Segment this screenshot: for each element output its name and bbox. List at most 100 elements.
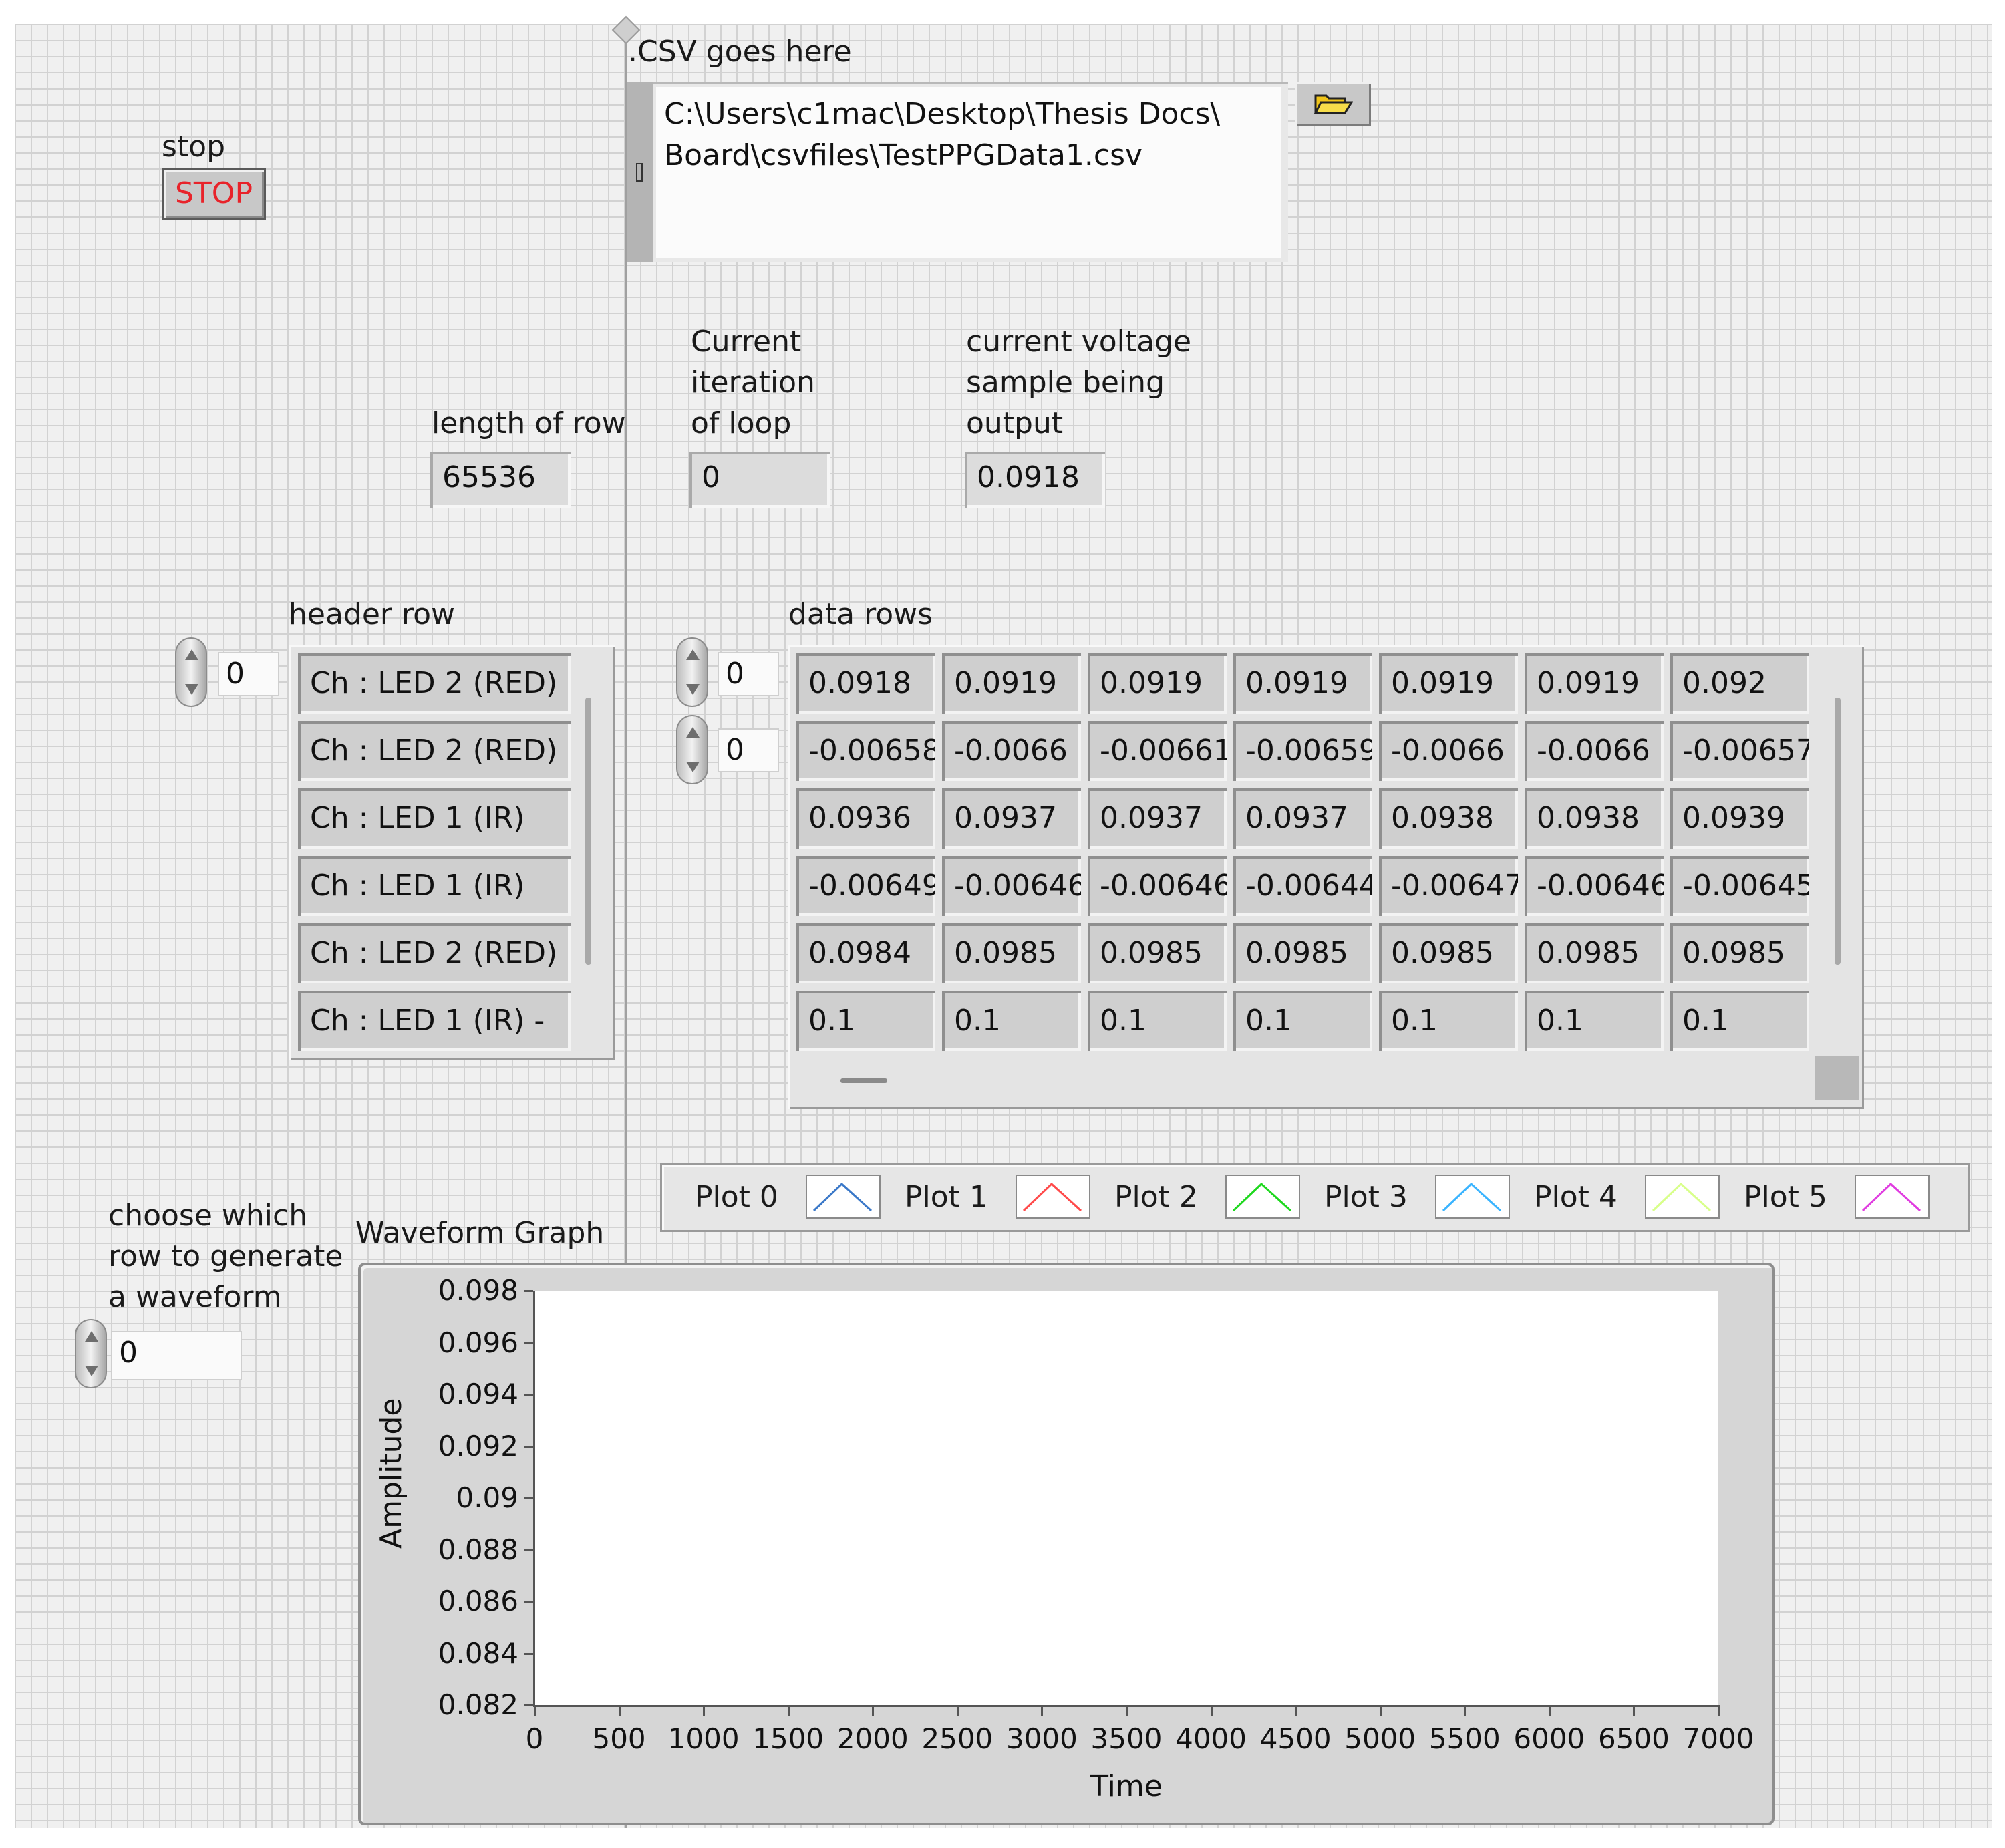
data-cell[interactable]: 0.0985: [1525, 923, 1664, 983]
data-cell[interactable]: 0.0936: [796, 788, 935, 849]
csv-label: .CSV goes here: [628, 35, 852, 69]
data-cell[interactable]: -0.00644: [1233, 856, 1372, 916]
data-cell[interactable]: 0.1: [796, 991, 935, 1051]
x-tick-label: 4500: [1259, 1722, 1332, 1755]
csv-path-control[interactable]: C:\Users\c1mac\Desktop\Thesis Docs\ Boar…: [627, 82, 1288, 262]
data-cell[interactable]: -0.00658: [796, 721, 935, 781]
data-cell[interactable]: -0.0066: [1379, 721, 1518, 781]
data-cell[interactable]: -0.00649: [796, 856, 935, 916]
header-row-index-spinner[interactable]: [175, 637, 207, 707]
iteration-label-line2: iteration: [691, 365, 815, 400]
x-tick-label: 3500: [1090, 1722, 1163, 1755]
header-row-cell[interactable]: Ch : LED 1 (IR): [298, 856, 571, 916]
data-cell[interactable]: -0.00659: [1233, 721, 1372, 781]
data-cell[interactable]: 0.0918: [796, 653, 935, 714]
data-cell[interactable]: 0.0985: [942, 923, 1081, 983]
data-cell[interactable]: 0.0985: [1379, 923, 1518, 983]
data-cell[interactable]: 0.0985: [1088, 923, 1227, 983]
y-tick-mark: [524, 1601, 533, 1603]
data-cell[interactable]: 0.1: [1233, 991, 1372, 1051]
header-row-cell[interactable]: Ch : LED 2 (RED): [298, 653, 571, 714]
stop-button[interactable]: STOP: [162, 168, 266, 220]
data-cell[interactable]: 0.0938: [1525, 788, 1664, 849]
data-cell[interactable]: 0.0938: [1379, 788, 1518, 849]
data-cell[interactable]: 0.1: [1379, 991, 1518, 1051]
x-tick-mark: [956, 1706, 959, 1716]
header-row-index-input[interactable]: 0: [218, 652, 279, 696]
x-tick-mark: [1464, 1706, 1467, 1716]
x-tick-label: 2500: [921, 1722, 993, 1755]
data-cell[interactable]: -0.00646: [1525, 856, 1664, 916]
y-tick-label: 0.096: [438, 1326, 518, 1359]
legend-swatch-icon[interactable]: [1645, 1175, 1720, 1219]
data-cell[interactable]: 0.0984: [796, 923, 935, 983]
data-cell[interactable]: 0.0939: [1670, 788, 1809, 849]
header-row-cell[interactable]: Ch : LED 2 (RED): [298, 923, 571, 983]
x-tick-label: 3000: [1006, 1722, 1078, 1755]
y-tick-label: 0.088: [438, 1533, 518, 1566]
y-tick-label: 0.098: [438, 1274, 518, 1307]
data-col-index-spinner[interactable]: [676, 715, 708, 784]
choose-row-spinner[interactable]: [75, 1319, 107, 1388]
data-cell[interactable]: -0.00647: [1379, 856, 1518, 916]
voltage-label-line3: output: [966, 406, 1064, 440]
data-cell[interactable]: 0.0937: [1088, 788, 1227, 849]
data-cell[interactable]: 0.0919: [1525, 653, 1664, 714]
legend-swatch-icon[interactable]: [1225, 1175, 1300, 1219]
data-col-index-input[interactable]: 0: [718, 728, 779, 772]
data-rows-vscrollbar[interactable]: [1835, 698, 1841, 965]
x-axis-title: Time: [1090, 1769, 1163, 1803]
header-row-cell[interactable]: Ch : LED 1 (IR): [298, 788, 571, 849]
legend-swatch-icon[interactable]: [1855, 1175, 1930, 1219]
data-rows-hscrollbar[interactable]: [840, 1078, 887, 1083]
x-tick-mark: [1718, 1706, 1720, 1716]
data-cell[interactable]: 0.0919: [1088, 653, 1227, 714]
data-cell[interactable]: -0.00657: [1670, 721, 1809, 781]
x-tick-label: 2000: [836, 1722, 909, 1755]
x-tick-label: 6500: [1597, 1722, 1670, 1755]
x-tick-mark: [1041, 1706, 1044, 1716]
legend-swatch-icon[interactable]: [1435, 1175, 1510, 1219]
data-cell[interactable]: 0.092: [1670, 653, 1809, 714]
iteration-label-line1: Current: [691, 325, 802, 359]
x-tick-mark: [1210, 1706, 1213, 1716]
csv-path-field[interactable]: C:\Users\c1mac\Desktop\Thesis Docs\ Boar…: [656, 87, 1281, 258]
data-cell[interactable]: -0.0066: [942, 721, 1081, 781]
data-cell[interactable]: 0.0919: [1233, 653, 1372, 714]
data-cell[interactable]: -0.00646: [1088, 856, 1227, 916]
data-cell[interactable]: 0.0937: [942, 788, 1081, 849]
data-cell[interactable]: 0.1: [1525, 991, 1664, 1051]
data-cell[interactable]: 0.1: [1670, 991, 1809, 1051]
data-cell[interactable]: 0.0919: [942, 653, 1081, 714]
header-row-cell[interactable]: Ch : LED 1 (IR) -: [298, 991, 571, 1051]
data-cell[interactable]: -0.0066: [1525, 721, 1664, 781]
data-cell[interactable]: 0.1: [942, 991, 1081, 1051]
length-of-row-indicator: 65536: [430, 452, 571, 508]
data-rows-corner: [1815, 1056, 1859, 1100]
legend-swatch-icon[interactable]: [806, 1175, 881, 1219]
y-tick-mark: [524, 1342, 533, 1344]
data-cell[interactable]: 0.0985: [1670, 923, 1809, 983]
y-tick-label: 0.084: [438, 1636, 518, 1670]
browse-button[interactable]: [1295, 82, 1371, 126]
data-cell[interactable]: 0.0919: [1379, 653, 1518, 714]
data-cell[interactable]: -0.00661: [1088, 721, 1227, 781]
x-tick-label: 1000: [667, 1722, 740, 1755]
data-cell[interactable]: 0.0937: [1233, 788, 1372, 849]
waveform-plot-area[interactable]: [534, 1291, 1718, 1705]
header-row-scrollbar[interactable]: [585, 698, 591, 965]
x-tick-label: 5000: [1344, 1722, 1416, 1755]
csv-path-line2: Board\csvfiles\TestPPGData1.csv: [664, 138, 1143, 172]
choose-row-label-line3: a waveform: [108, 1280, 282, 1314]
y-tick-label: 0.082: [438, 1688, 518, 1721]
data-cell[interactable]: 0.1: [1088, 991, 1227, 1051]
data-row-index-spinner[interactable]: [676, 637, 708, 707]
legend-swatch-icon[interactable]: [1016, 1175, 1090, 1219]
y-axis-line: [533, 1291, 535, 1706]
data-cell[interactable]: -0.00645: [1670, 856, 1809, 916]
data-cell[interactable]: -0.00646: [942, 856, 1081, 916]
data-row-index-input[interactable]: 0: [718, 652, 779, 696]
choose-row-input[interactable]: 0: [111, 1331, 242, 1380]
data-cell[interactable]: 0.0985: [1233, 923, 1372, 983]
header-row-cell[interactable]: Ch : LED 2 (RED): [298, 721, 571, 781]
